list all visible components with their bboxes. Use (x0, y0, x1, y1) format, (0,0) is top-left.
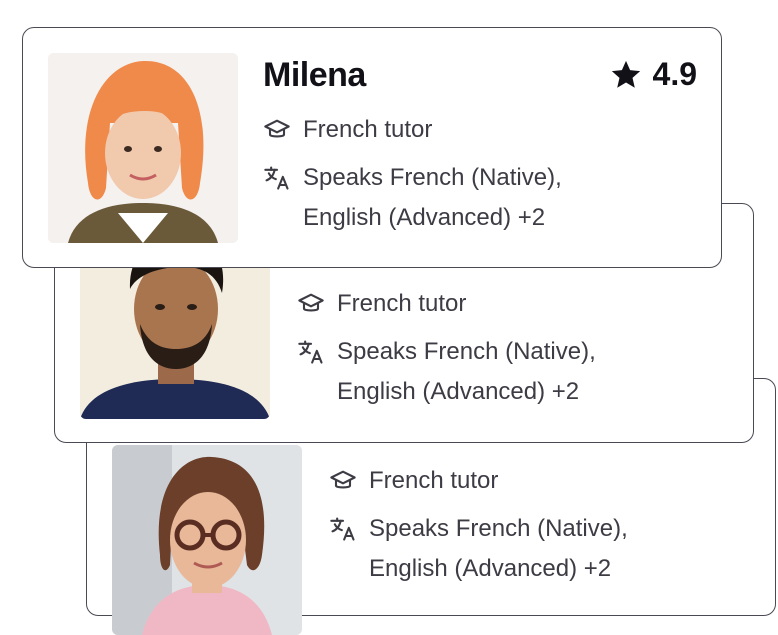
tutor-1-languages-line1: Speaks French (Native), (303, 164, 562, 191)
tutor-1-name[interactable]: Milena (263, 56, 366, 95)
tutor-1-subject-row: French tutor (263, 110, 562, 150)
tutor-card-1[interactable]: Milena 4.9 French tutor Speaks French (N… (22, 27, 722, 268)
tutor-3-subject-row: French tutor (329, 461, 628, 501)
translate-icon (263, 164, 291, 192)
tutor-3-languages-line2: English (Advanced) +2 (369, 555, 612, 582)
tutor-2-languages-row: Speaks French (Native), English (Advance… (297, 332, 596, 412)
tutor-3-info: French tutor Speaks French (Native), Eng… (329, 461, 628, 589)
tutor-2-subject-row: French tutor (297, 284, 596, 324)
tutor-2-languages-line2: English (Advanced) +2 (337, 378, 580, 405)
tutor-1-subject: French tutor (303, 116, 433, 143)
translate-icon (329, 515, 357, 543)
tutor-1-languages-row: Speaks French (Native), English (Advance… (263, 158, 562, 238)
tutor-2-info: French tutor Speaks French (Native), Eng… (297, 284, 596, 412)
graduation-cap-icon (297, 290, 325, 318)
tutor-1-photo (48, 53, 238, 243)
tutor-3-photo (112, 445, 302, 635)
tutor-2-subject: French tutor (337, 290, 467, 317)
tutor-1-rating-value: 4.9 (652, 56, 697, 92)
translate-icon (297, 338, 325, 366)
graduation-cap-icon (329, 467, 357, 495)
tutor-3-languages-line1: Speaks French (Native), (369, 515, 628, 542)
tutor-1-info: French tutor Speaks French (Native), Eng… (263, 110, 562, 238)
star-icon (609, 58, 643, 92)
tutor-3-languages-row: Speaks French (Native), English (Advance… (329, 509, 628, 589)
graduation-cap-icon (263, 116, 291, 144)
tutor-2-languages-line1: Speaks French (Native), (337, 338, 596, 365)
tutor-1-languages-line2: English (Advanced) +2 (303, 204, 546, 231)
tutor-1-rating: 4.9 (609, 56, 697, 93)
tutor-3-subject: French tutor (369, 467, 499, 494)
